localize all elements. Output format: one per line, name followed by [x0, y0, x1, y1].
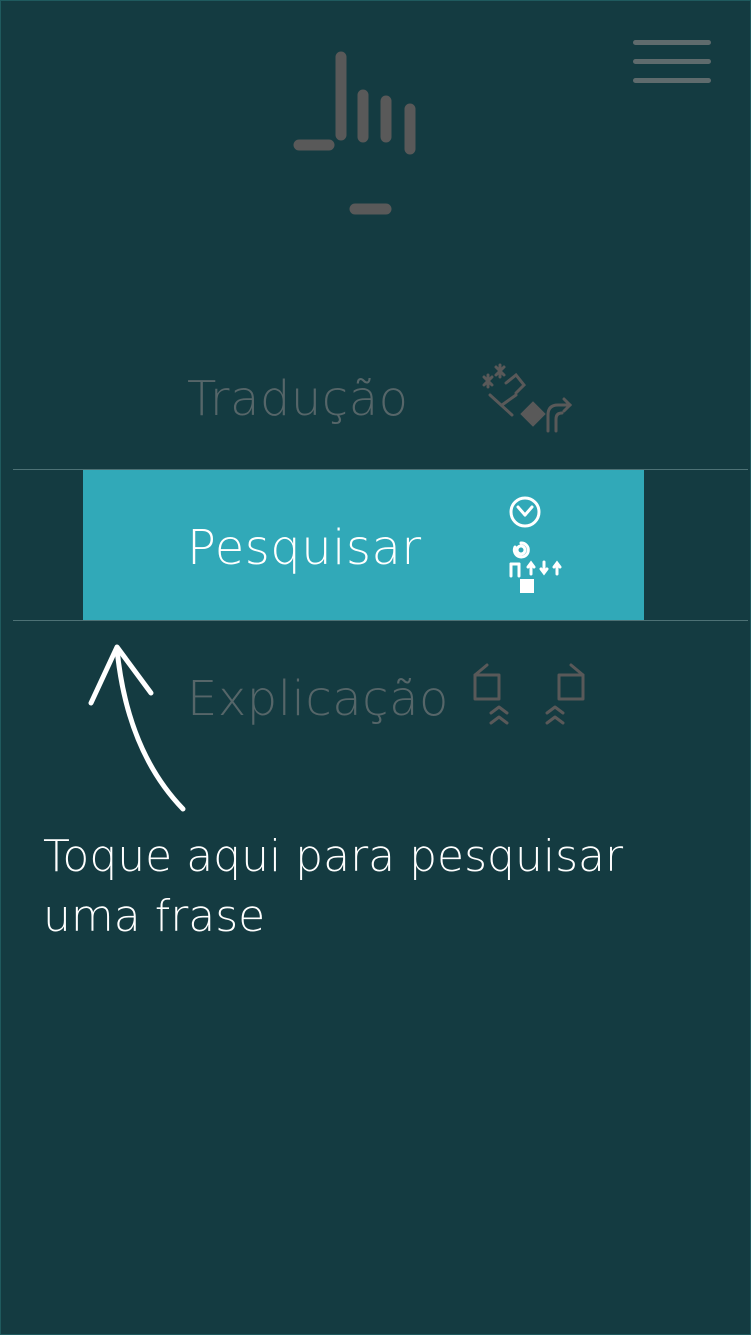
hamburger-menu-button[interactable]: [627, 35, 717, 91]
hand-sign-logo-icon: [293, 51, 416, 215]
menu-item-label: Pesquisar: [187, 520, 422, 576]
menu-item-label: Explicação: [187, 671, 449, 727]
hamburger-menu-icon: [633, 40, 711, 83]
menu-item-translate[interactable]: Tradução: [151, 341, 611, 461]
search-sign-icon: [509, 496, 562, 593]
menu-item-search[interactable]: Pesquisar: [83, 470, 644, 620]
menu-item-label: Tradução: [187, 371, 409, 427]
app-screen: Tradução Pesquisar Explicação Toque aqui…: [0, 0, 751, 1335]
divider: [13, 620, 748, 621]
app-logo: [289, 45, 429, 225]
menu-item-explain[interactable]: Explicação: [151, 641, 611, 761]
hint-text: Toque aqui para pesquisar uma frase: [43, 831, 624, 942]
curved-arrow-up-icon: [88, 644, 186, 812]
translate-sign-icon: [482, 363, 573, 433]
explain-sign-icon: [473, 663, 585, 725]
